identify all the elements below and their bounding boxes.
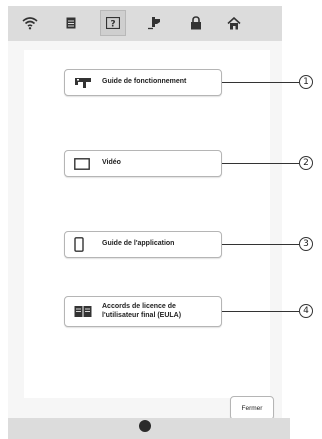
top-toolbar: ? bbox=[8, 6, 282, 41]
callout-1: 1 bbox=[299, 75, 313, 89]
lock-icon[interactable] bbox=[183, 10, 209, 36]
svg-text:?: ? bbox=[110, 20, 115, 30]
callout-3: 3 bbox=[299, 237, 313, 251]
eula-label: Accords de licence de l'utilisateur fina… bbox=[102, 303, 182, 319]
callout-line-1 bbox=[222, 82, 299, 83]
callout-line-4 bbox=[222, 311, 299, 312]
sewing-icon[interactable] bbox=[142, 10, 168, 36]
close-button[interactable]: Fermer bbox=[230, 396, 274, 420]
callout-4: 4 bbox=[299, 304, 313, 318]
book-icon bbox=[74, 304, 96, 320]
video-screen-icon bbox=[74, 156, 96, 172]
phone-icon bbox=[74, 237, 96, 253]
home-icon[interactable] bbox=[221, 10, 247, 36]
sewing-machine-icon bbox=[74, 75, 96, 91]
home-button[interactable] bbox=[139, 420, 151, 432]
document-icon[interactable] bbox=[58, 10, 84, 36]
video-button[interactable]: Vidéo bbox=[64, 150, 222, 177]
help-menu-panel bbox=[24, 50, 270, 398]
callout-line-3 bbox=[222, 244, 299, 245]
app-guide-label: Guide de l'application bbox=[102, 240, 175, 248]
operation-guide-button[interactable]: Guide de fonctionnement bbox=[64, 69, 222, 96]
video-label: Vidéo bbox=[102, 159, 121, 167]
app-guide-button[interactable]: Guide de l'application bbox=[64, 231, 222, 258]
machine-screen: ? Guide de fonctionnement Vidéo Guide de… bbox=[8, 6, 282, 426]
help-icon[interactable]: ? bbox=[100, 10, 126, 36]
wifi-icon[interactable] bbox=[17, 10, 43, 36]
bottom-bar bbox=[8, 418, 290, 439]
operation-guide-label: Guide de fonctionnement bbox=[102, 78, 187, 86]
callout-line-2 bbox=[222, 163, 299, 164]
eula-button[interactable]: Accords de licence de l'utilisateur fina… bbox=[64, 296, 222, 327]
callout-2: 2 bbox=[299, 156, 313, 170]
